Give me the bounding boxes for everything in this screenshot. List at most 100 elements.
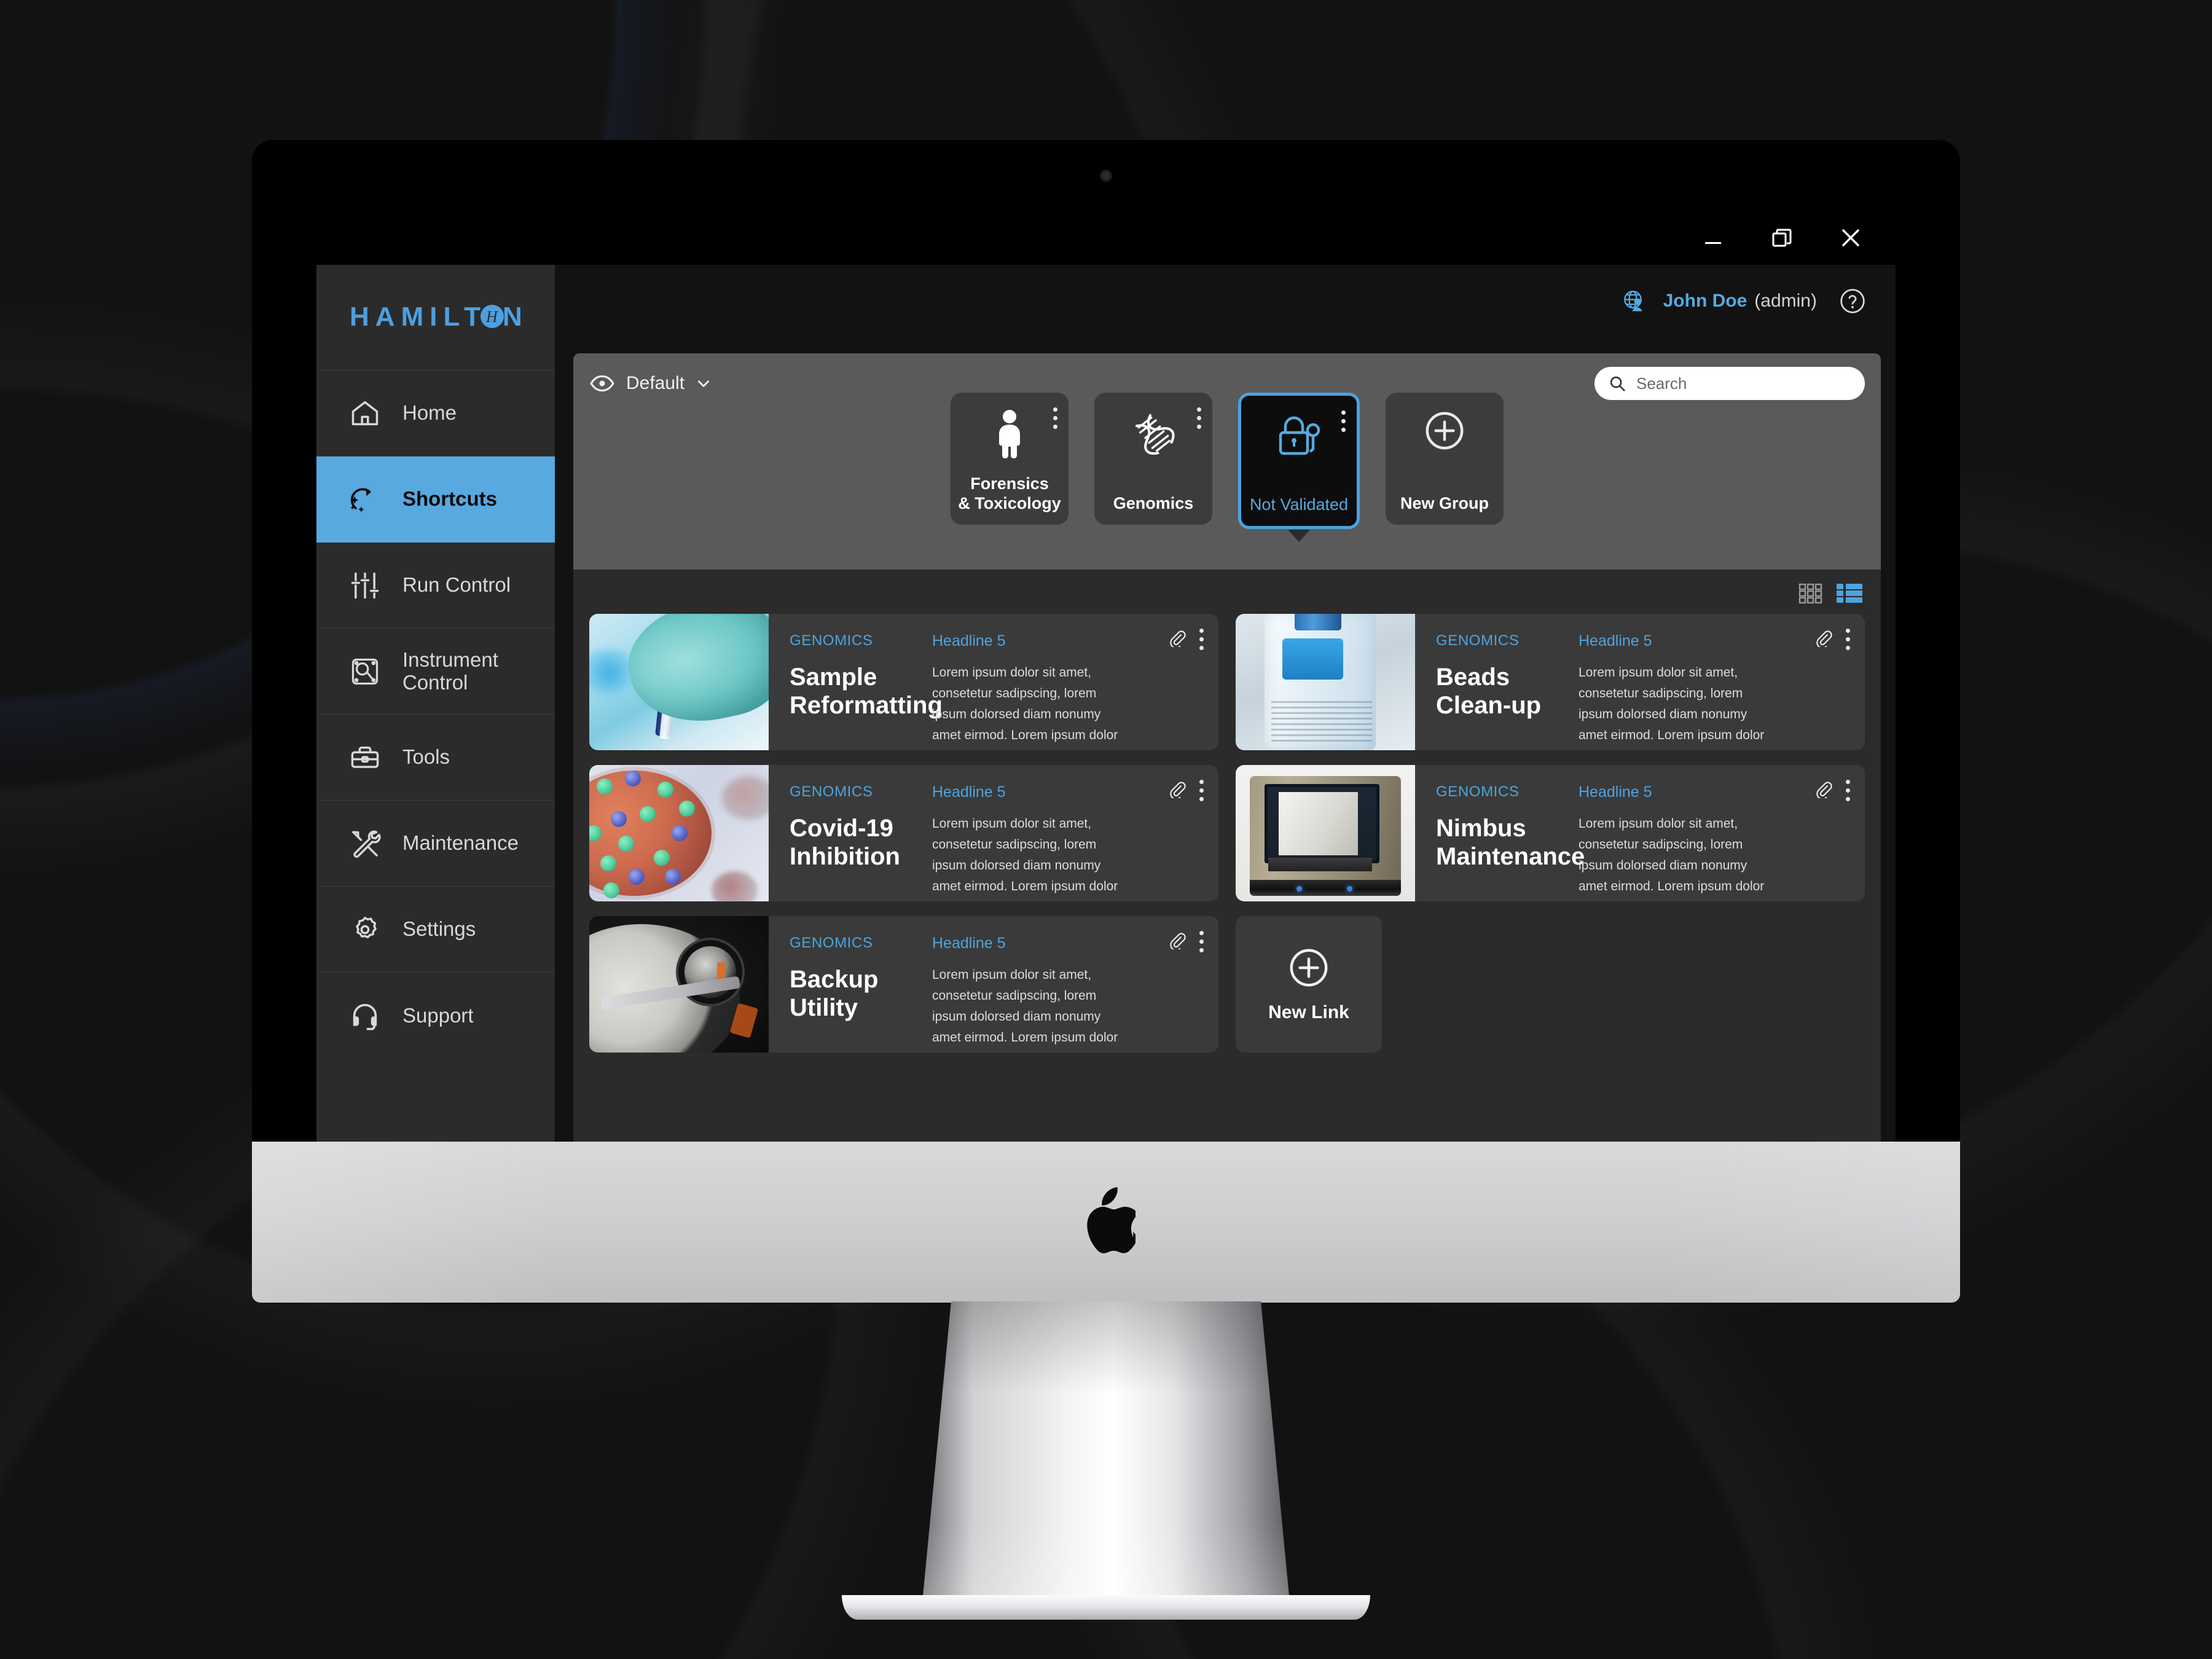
view-selector-label: Default — [626, 373, 685, 393]
shortcut-card[interactable]: GENOMICS Sample Reformatting Headline 5 … — [589, 614, 1218, 750]
shortcut-card[interactable]: GENOMICS Beads Clean-up Headline 5 Lorem… — [1236, 614, 1865, 750]
group-label-line2: & Toxicology — [958, 494, 1061, 513]
sidebar-nav: Home Shortcuts Run Control Instrument Co… — [316, 371, 555, 1059]
card-headline: Headline 5 — [932, 783, 1006, 801]
shortcut-card[interactable]: GENOMICS Backup Utility Headline 5 Lorem… — [589, 916, 1218, 1053]
sidebar-item-label: Maintenance — [402, 831, 519, 855]
card-description: Lorem ipsum dolor sit amet, consetetur s… — [932, 665, 1118, 750]
grid-view-icon[interactable] — [1798, 583, 1823, 604]
sliders-icon — [348, 569, 382, 602]
help-circle-icon[interactable] — [1839, 288, 1866, 315]
close-icon[interactable] — [1834, 221, 1867, 254]
kebab-menu-icon[interactable] — [1846, 780, 1850, 801]
kebab-menu-icon[interactable] — [1846, 629, 1850, 650]
card-eyebrow: GENOMICS — [790, 783, 873, 800]
card-actions — [1167, 780, 1204, 801]
card-headline: Headline 5 — [1579, 783, 1652, 801]
card-title: Covid-19 Inhibition — [790, 814, 932, 871]
hamilton-logo-icon: HAMILT H N — [350, 303, 522, 332]
group-tab-genomics[interactable]: Genomics — [1094, 393, 1212, 525]
sidebar-item-tools[interactable]: Tools — [316, 715, 555, 801]
sidebar-item-support[interactable]: Support — [316, 973, 555, 1059]
card-headline: Headline 5 — [1579, 632, 1652, 649]
wrench-screwdriver-icon — [348, 827, 382, 860]
paperclip-icon[interactable] — [1167, 931, 1186, 949]
toolbox-icon — [348, 741, 382, 774]
kebab-menu-icon[interactable] — [1199, 780, 1204, 801]
group-tab-forensics-toxicology[interactable]: Forensics & Toxicology — [951, 393, 1069, 525]
shortcuts-icon — [348, 483, 382, 516]
sidebar-item-label: Tools — [402, 745, 450, 769]
imac-device: HAMILT H N Home Shortcuts Run Control In… — [252, 140, 1960, 1620]
sidebar-item-shortcuts[interactable]: Shortcuts — [316, 457, 555, 543]
main-content: Default Search Forensics & Toxicology Ge… — [555, 337, 1896, 1237]
paperclip-icon[interactable] — [1167, 780, 1186, 798]
search-input[interactable] — [1636, 374, 1851, 393]
imac-bezel: HAMILT H N Home Shortcuts Run Control In… — [252, 140, 1960, 1237]
card-content: GENOMICS Covid-19 Inhibition Headline 5 … — [769, 765, 1218, 901]
sidebar-item-label: Support — [402, 1003, 474, 1027]
card-headline: Headline 5 — [932, 632, 1006, 649]
imac-stand-neck — [922, 1301, 1290, 1609]
card-title-line1: Beads — [1436, 664, 1510, 691]
sidebar-item-label: Shortcuts — [402, 487, 498, 511]
sidebar-item-label: Settings — [402, 917, 476, 941]
card-title: Beads Clean-up — [1436, 663, 1579, 720]
card-thumbnail — [1236, 765, 1415, 901]
card-title: Sample Reformatting — [790, 663, 943, 720]
gear-icon — [348, 913, 382, 946]
svg-text:H: H — [485, 308, 498, 326]
card-thumbnail — [589, 614, 769, 750]
card-eyebrow: GENOMICS — [1436, 632, 1520, 649]
sidebar-item-instrument-control[interactable]: Instrument Control — [316, 629, 555, 715]
shortcuts-panel: GENOMICS Sample Reformatting Headline 5 … — [573, 570, 1881, 1218]
sidebar-item-settings[interactable]: Settings — [316, 887, 555, 973]
sidebar-item-home[interactable]: Home — [316, 371, 555, 457]
group-tab-not-validated[interactable]: Not Validated — [1238, 393, 1360, 542]
kebab-menu-icon[interactable] — [1199, 931, 1204, 952]
card-title-line1: Sample — [790, 664, 877, 691]
window-body: HAMILT H N Home Shortcuts Run Control In… — [316, 265, 1896, 1237]
paperclip-icon[interactable] — [1814, 780, 1832, 798]
paperclip-icon[interactable] — [1814, 629, 1832, 647]
list-view-icon[interactable] — [1837, 583, 1862, 604]
groups-panel: Default Search Forensics & Toxicology Ge… — [573, 353, 1881, 570]
instrument-icon — [348, 655, 382, 688]
sidebar-item-label: Home — [402, 401, 457, 425]
card-content: GENOMICS Sample Reformatting Headline 5 … — [769, 614, 1218, 750]
paperclip-icon[interactable] — [1167, 629, 1186, 647]
app-header: John Doe (admin) — [555, 265, 1896, 337]
lock-key-icon — [1241, 412, 1357, 461]
minimize-icon[interactable] — [1696, 221, 1730, 254]
card-eyebrow: GENOMICS — [790, 632, 873, 649]
home-icon — [348, 397, 382, 430]
card-eyebrow: GENOMICS — [790, 935, 873, 951]
svg-text:N: N — [503, 303, 522, 332]
shortcut-card[interactable]: GENOMICS Nimbus Maintenance Headline 5 L… — [1236, 765, 1865, 901]
plus-circle-icon — [1386, 409, 1504, 453]
card-title-line1: Nimbus — [1436, 815, 1526, 842]
sidebar-item-run-control[interactable]: Run Control — [316, 543, 555, 629]
group-tab-label: Not Validated — [1249, 495, 1349, 514]
group-tab-label: New Group — [1400, 494, 1489, 513]
search-icon — [1608, 374, 1626, 393]
user-role: (admin) — [1754, 291, 1817, 311]
screenshot-stage: HAMILT H N Home Shortcuts Run Control In… — [0, 0, 2212, 1659]
card-actions — [1814, 629, 1850, 650]
card-title-line2: Reformatting — [790, 692, 943, 720]
new-link-label: New Link — [1268, 1002, 1349, 1022]
group-tab-label: Forensics & Toxicology — [958, 474, 1061, 514]
group-tab-new-group[interactable]: New Group — [1386, 393, 1504, 525]
shortcut-card[interactable]: GENOMICS Covid-19 Inhibition Headline 5 … — [589, 765, 1218, 901]
sidebar-item-maintenance[interactable]: Maintenance — [316, 801, 555, 887]
card-title-line2: Maintenance — [1436, 843, 1585, 871]
brand-logo: HAMILT H N — [316, 265, 555, 371]
restore-icon[interactable] — [1765, 221, 1798, 254]
group-tab-label: Genomics — [1113, 494, 1194, 513]
sidebar-item-label: Instrument Control — [402, 648, 498, 694]
kebab-menu-icon[interactable] — [1199, 629, 1204, 650]
card-title-line2: Utility — [790, 994, 858, 1022]
sidebar-item-label: Run Control — [402, 573, 511, 597]
new-link-button[interactable]: New Link — [1236, 916, 1382, 1053]
card-title: Backup Utility — [790, 965, 932, 1022]
